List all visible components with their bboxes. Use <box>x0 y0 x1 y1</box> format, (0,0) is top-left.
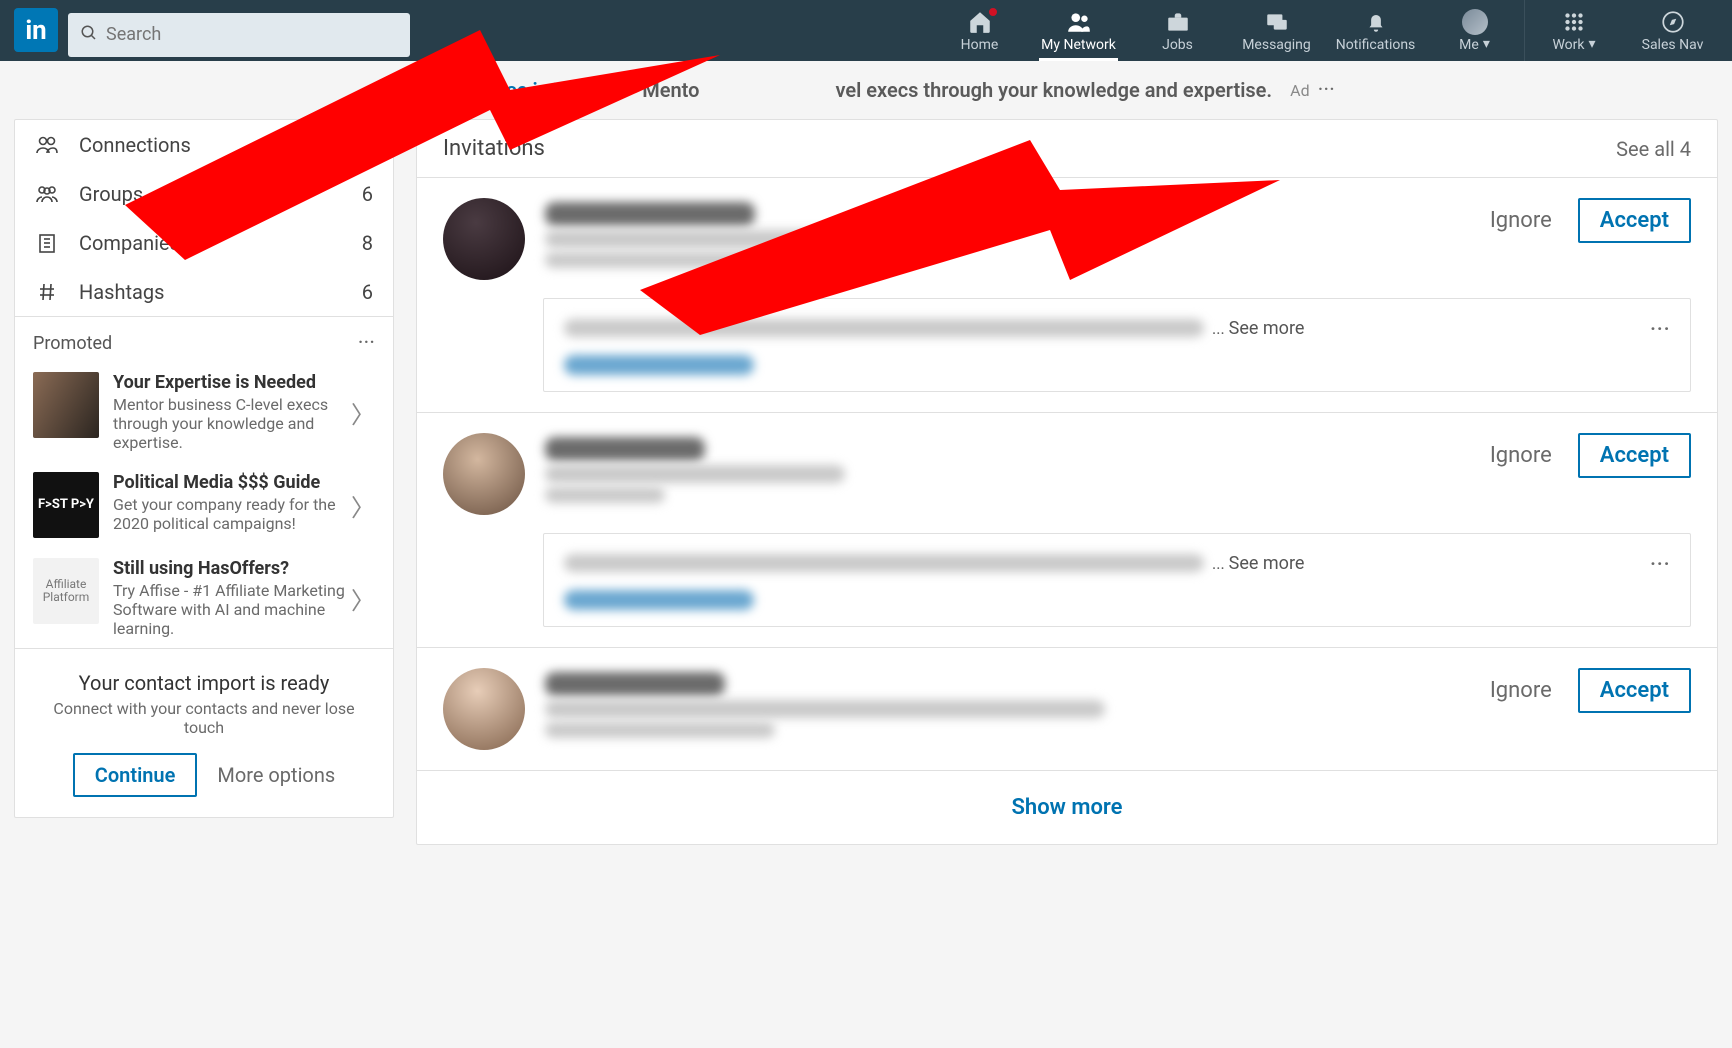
invitation-item: Ignore Accept ... See more ··· <box>417 177 1717 412</box>
more-options-link[interactable]: More options <box>217 763 335 787</box>
invitation-message: ... See more ··· <box>543 533 1691 627</box>
invitee-name[interactable] <box>545 672 725 696</box>
ignore-button[interactable]: Ignore <box>1484 677 1558 704</box>
nav-home[interactable]: Home <box>930 0 1029 61</box>
invitee-name[interactable] <box>545 437 705 461</box>
ignore-button[interactable]: Ignore <box>1484 207 1558 234</box>
ad-copy: vel execs through your knowledge and exp… <box>835 78 1272 102</box>
invitations-header: Invitations See all 4 <box>417 120 1717 177</box>
sidebar-item-connections[interactable]: Connections ,050 <box>15 120 393 169</box>
nav-sales-navigator[interactable]: Sales Nav <box>1623 0 1722 61</box>
promoted-menu-button[interactable]: ··· <box>358 331 375 356</box>
invitee-headline <box>545 465 845 483</box>
nav-notifications[interactable]: Notifications <box>1326 0 1425 61</box>
ad-headline-link[interactable]: Your Expertise is Needed <box>397 78 622 102</box>
nav-messaging[interactable]: Messaging <box>1227 0 1326 61</box>
caret-down-icon: ▾ <box>1483 36 1490 52</box>
promo-thumb: F>ST P>Y <box>33 472 99 538</box>
invitee-name[interactable] <box>545 202 755 226</box>
accept-button[interactable]: Accept <box>1578 668 1691 713</box>
mutual-connections <box>545 252 805 268</box>
avatar[interactable] <box>443 668 525 750</box>
contact-import-card: Your contact import is ready Connect wit… <box>15 649 393 817</box>
message-menu-button[interactable]: ··· <box>1650 550 1670 580</box>
nav-jobs[interactable]: Jobs <box>1128 0 1227 61</box>
chevron-right-icon: 〉 <box>351 581 375 616</box>
briefcase-icon <box>1165 9 1191 35</box>
accept-button[interactable]: Accept <box>1578 433 1691 478</box>
reply-link[interactable] <box>564 590 754 610</box>
invitee-headline <box>545 700 1105 718</box>
mutual-connections <box>545 722 775 738</box>
linkedin-logo[interactable]: in <box>14 8 58 52</box>
search-input[interactable] <box>68 13 410 57</box>
sidebar-item-companies[interactable]: Companies 8 <box>15 218 393 267</box>
sidebar-item-hashtags[interactable]: Hashtags 6 <box>15 267 393 316</box>
left-sidebar: Connections ,050 Groups 6 Companies 8 Ha… <box>14 119 394 818</box>
bell-icon <box>1363 9 1389 35</box>
search-wrap <box>68 8 410 61</box>
see-more-link[interactable]: See more <box>1229 553 1305 574</box>
promo-item[interactable]: Your Expertise is Needed Mentor business… <box>15 362 393 462</box>
ad-label: Ad <box>1290 81 1309 100</box>
grid-icon <box>1561 9 1587 35</box>
avatar[interactable] <box>443 433 525 515</box>
building-icon <box>35 231 79 255</box>
continue-button[interactable]: Continue <box>73 753 198 797</box>
chevron-right-icon: 〉 <box>351 395 375 430</box>
avatar-icon <box>1462 9 1488 35</box>
invitations-card: Invitations See all 4 Ignore Accept <box>416 119 1718 845</box>
see-all-link[interactable]: See all 4 <box>1616 137 1691 161</box>
ad-menu-button[interactable]: ··· <box>1318 78 1335 103</box>
promo-item[interactable]: F>ST P>Y Political Media $$$ Guide Get y… <box>15 462 393 548</box>
show-more-button[interactable]: Show more <box>417 770 1717 844</box>
see-more-link[interactable]: See more <box>1229 318 1305 339</box>
invitation-message: ... See more ··· <box>543 298 1691 392</box>
sidebar-item-groups[interactable]: Groups 6 <box>15 169 393 218</box>
notification-dot-icon <box>987 6 999 18</box>
top-nav: in Home My Network Jobs Messaging Notifi… <box>0 0 1732 61</box>
nav-work[interactable]: Work▾ <box>1524 0 1623 61</box>
reply-link[interactable] <box>564 355 754 375</box>
promoted-header: Promoted ··· <box>15 317 393 362</box>
promo-thumb: Affiliate Platform <box>33 558 99 624</box>
message-menu-button[interactable]: ··· <box>1650 315 1670 345</box>
hashtag-icon <box>35 280 79 304</box>
ad-banner: Your Expertise is Needed - Mento vel exe… <box>0 61 1732 119</box>
people-icon <box>1066 9 1092 35</box>
nav-my-network[interactable]: My Network <box>1029 0 1128 61</box>
promo-thumb <box>33 372 99 438</box>
messaging-icon <box>1264 9 1290 35</box>
avatar[interactable] <box>443 198 525 280</box>
search-icon <box>80 24 98 46</box>
groups-icon <box>35 182 79 206</box>
ignore-button[interactable]: Ignore <box>1484 442 1558 469</box>
chevron-right-icon: 〉 <box>351 488 375 523</box>
caret-down-icon: ▾ <box>1589 36 1596 52</box>
svg-text:in: in <box>25 16 46 46</box>
invitation-item: Ignore Accept <box>417 647 1717 770</box>
connections-icon <box>35 133 79 157</box>
compass-icon <box>1660 9 1686 35</box>
invitee-headline <box>545 230 905 248</box>
promo-item[interactable]: Affiliate Platform Still using HasOffers… <box>15 548 393 648</box>
nav-me[interactable]: Me▾ <box>1425 0 1524 61</box>
mutual-connections <box>545 487 665 503</box>
invitation-item: Ignore Accept ... See more ··· <box>417 412 1717 647</box>
accept-button[interactable]: Accept <box>1578 198 1691 243</box>
